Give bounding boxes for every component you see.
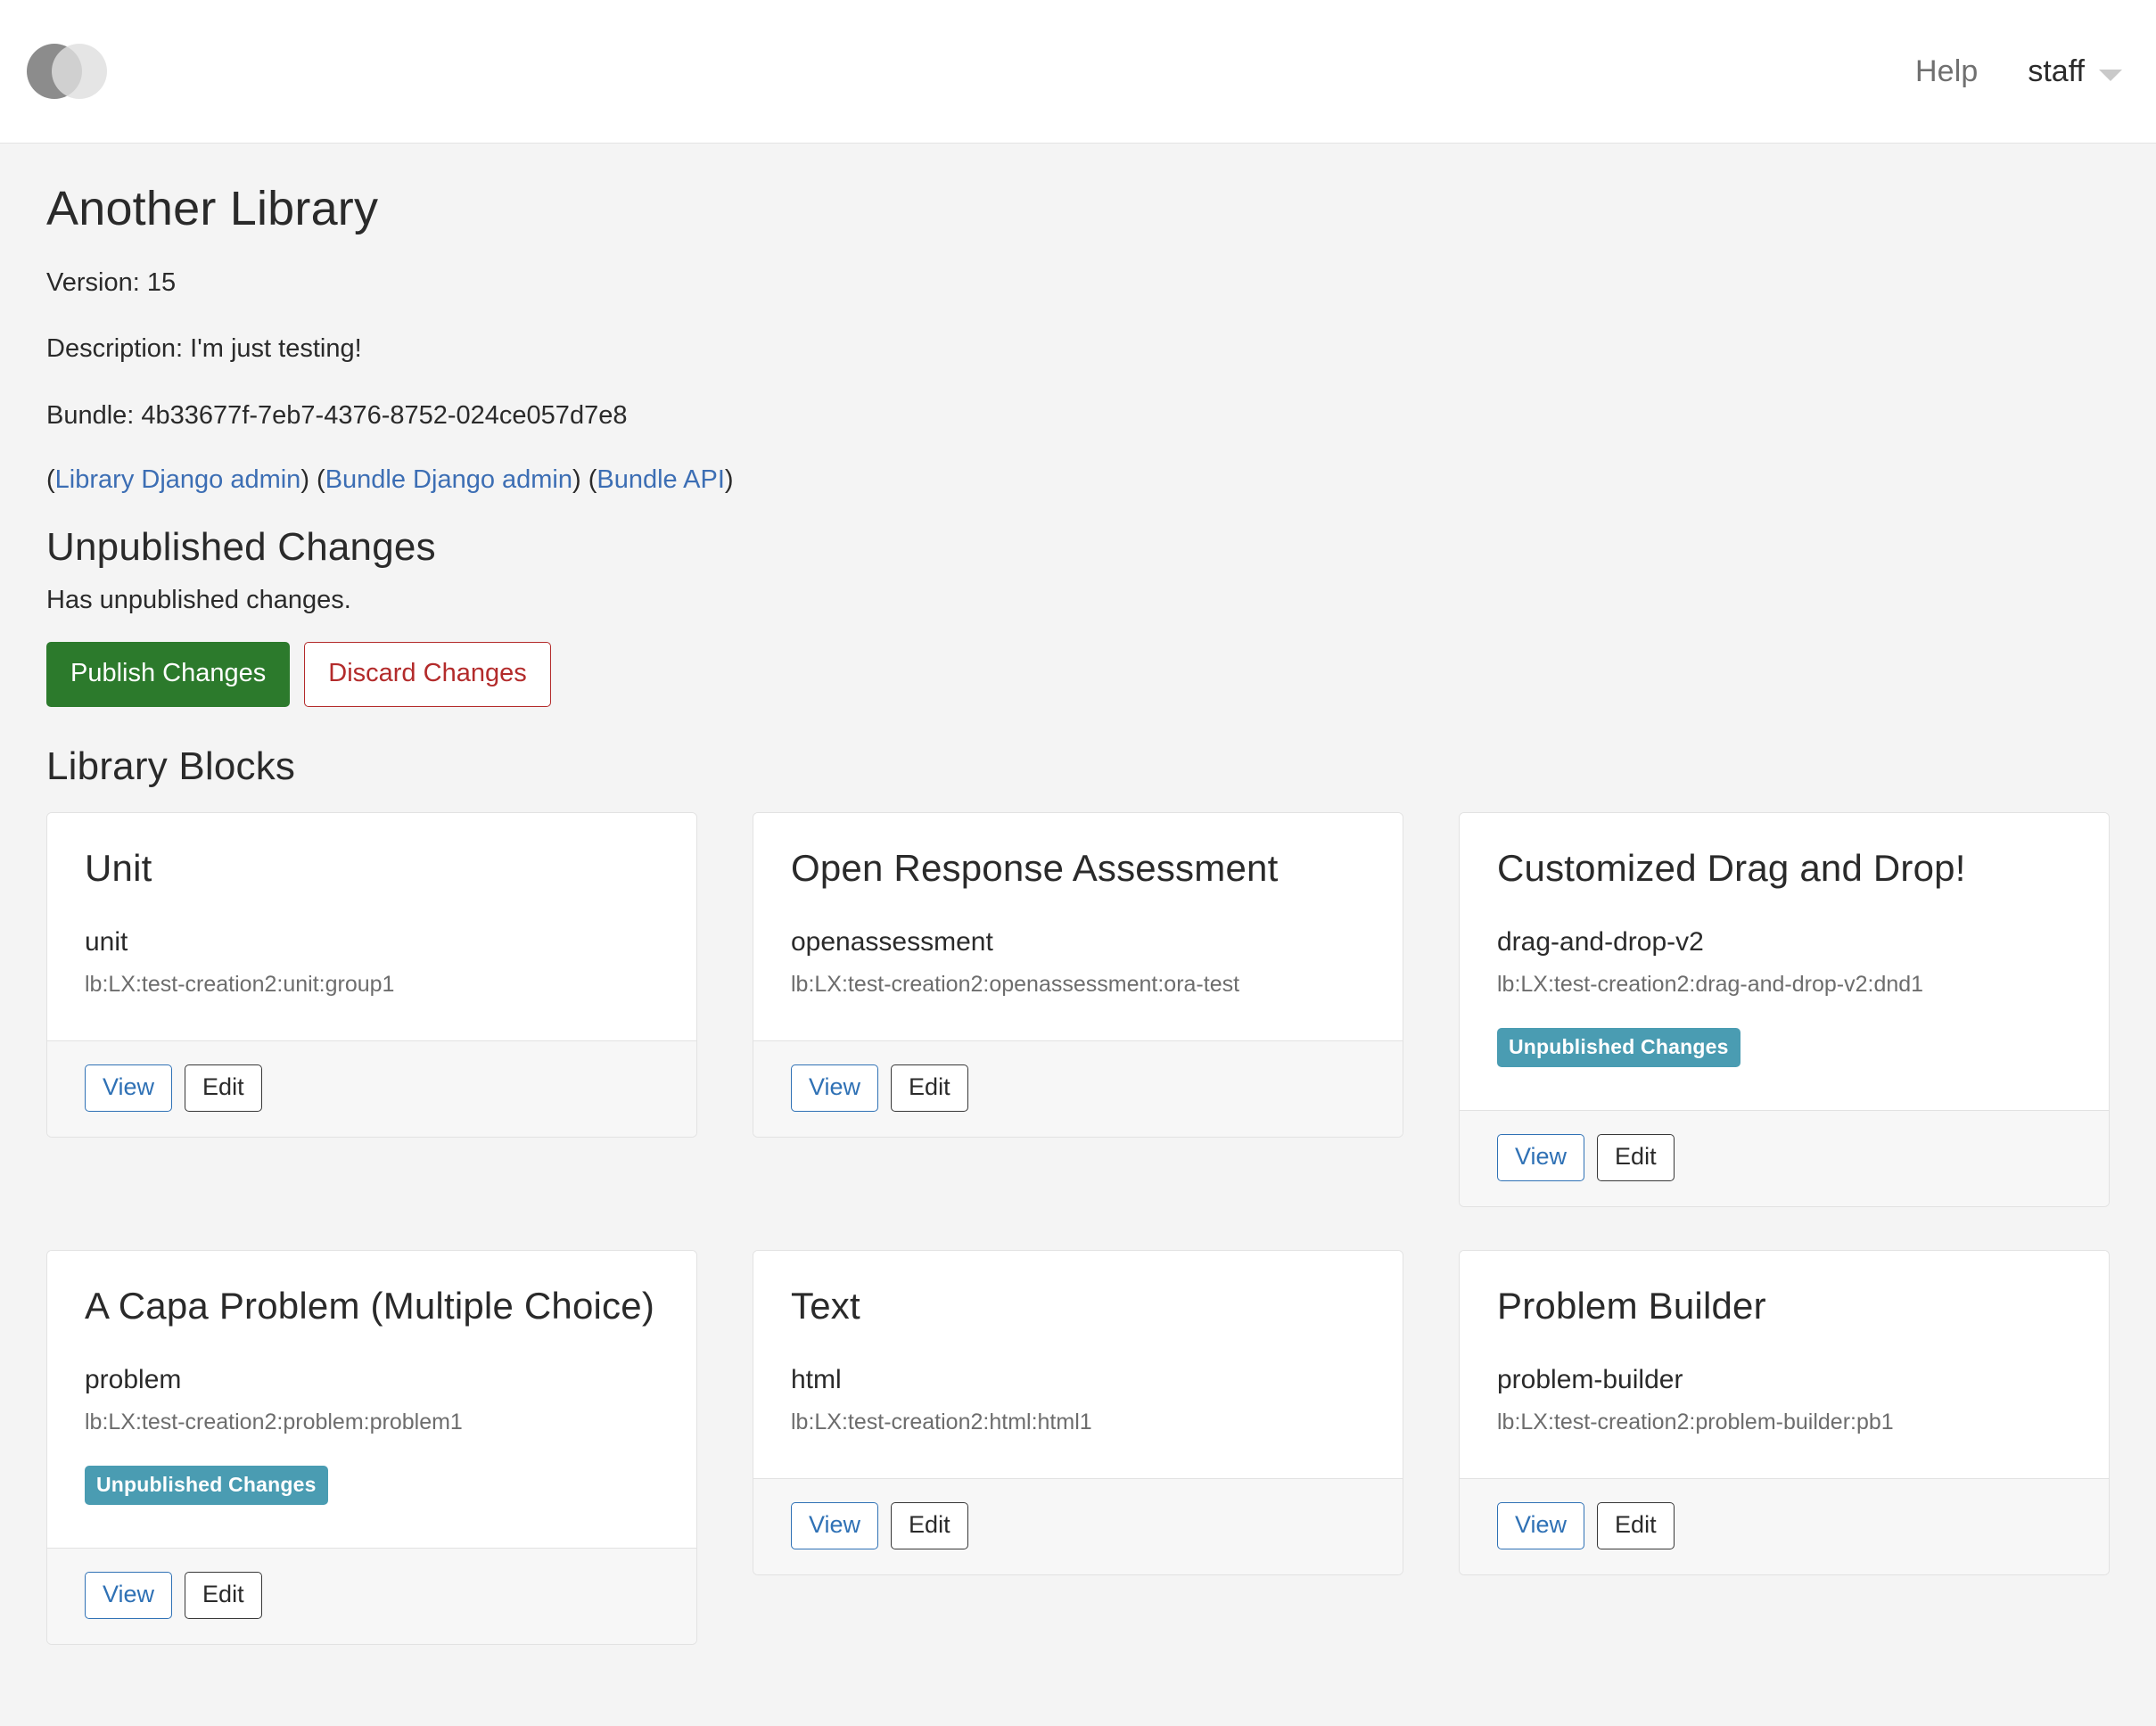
block-title: A Capa Problem (Multiple Choice) bbox=[85, 1284, 655, 1327]
block-usage-key: lb:LX:test-creation2:html:html1 bbox=[791, 1409, 1092, 1434]
logo-circle-right bbox=[52, 44, 107, 99]
view-button[interactable]: View bbox=[791, 1064, 879, 1112]
status-badge: Unpublished Changes bbox=[1497, 1027, 1740, 1067]
edit-button[interactable]: Edit bbox=[891, 1501, 968, 1549]
block-title: Unit bbox=[85, 846, 152, 889]
card-body: Unit unit lb:LX:test-creation2:unit:grou… bbox=[47, 812, 696, 1040]
block-type: html bbox=[791, 1364, 842, 1394]
discard-changes-button[interactable]: Discard Changes bbox=[304, 641, 551, 707]
card-body: Problem Builder problem-builder lb:LX:te… bbox=[1460, 1250, 2109, 1478]
admin-links: (Library Django admin) (Bundle Django ad… bbox=[46, 464, 734, 494]
block-type: drag-and-drop-v2 bbox=[1497, 926, 1704, 957]
block-type: problem bbox=[85, 1364, 182, 1394]
view-button[interactable]: View bbox=[1497, 1133, 1585, 1181]
card-body: Customized Drag and Drop! drag-and-drop-… bbox=[1460, 812, 2109, 1110]
publish-changes-button[interactable]: Publish Changes bbox=[46, 641, 291, 707]
user-menu-label: staff bbox=[2028, 53, 2085, 88]
library-block-card[interactable]: Customized Drag and Drop! drag-and-drop-… bbox=[1459, 811, 2110, 1207]
edit-button[interactable]: Edit bbox=[1597, 1501, 1675, 1549]
edit-button[interactable]: Edit bbox=[185, 1064, 262, 1112]
chevron-down-icon bbox=[2099, 69, 2122, 81]
edit-button[interactable]: Edit bbox=[891, 1064, 968, 1112]
block-title: Customized Drag and Drop! bbox=[1497, 846, 1966, 889]
help-link[interactable]: Help bbox=[1915, 54, 1978, 89]
edit-button[interactable]: Edit bbox=[185, 1571, 262, 1619]
block-type: openassessment bbox=[791, 926, 993, 957]
unpublished-status-text: Has unpublished changes. bbox=[46, 585, 351, 614]
block-usage-key: lb:LX:test-creation2:openassessment:ora-… bbox=[791, 971, 1240, 997]
block-usage-key: lb:LX:test-creation2:unit:group1 bbox=[85, 971, 395, 997]
card-footer: View Edit bbox=[1460, 1477, 2109, 1574]
library-blocks-heading: Library Blocks bbox=[46, 744, 296, 788]
block-title: Text bbox=[791, 1284, 860, 1327]
block-title: Problem Builder bbox=[1497, 1284, 1766, 1327]
view-button[interactable]: View bbox=[85, 1064, 173, 1112]
block-type: unit bbox=[85, 926, 128, 957]
block-usage-key: lb:LX:test-creation2:problem-builder:pb1 bbox=[1497, 1409, 1894, 1434]
navbar-actions: Help staff bbox=[1915, 54, 2122, 89]
block-title: Open Response Assessment bbox=[791, 846, 1279, 889]
view-button[interactable]: View bbox=[791, 1501, 879, 1549]
card-footer: View Edit bbox=[753, 1477, 1403, 1574]
card-footer: View Edit bbox=[753, 1040, 1403, 1137]
bundle-django-admin-link[interactable]: Bundle Django admin bbox=[325, 465, 572, 494]
library-detail-page: Another Library Version: 15 Description:… bbox=[0, 144, 2156, 1645]
card-footer: View Edit bbox=[47, 1547, 696, 1644]
card-body: Open Response Assessment openassessment … bbox=[753, 812, 1403, 1040]
library-description: Description: I'm just testing! bbox=[46, 334, 362, 364]
library-block-card[interactable]: Problem Builder problem-builder lb:LX:te… bbox=[1459, 1249, 2110, 1575]
card-footer: View Edit bbox=[1460, 1109, 2109, 1206]
unpublished-actions: Publish Changes Discard Changes bbox=[46, 641, 2110, 707]
card-body: A Capa Problem (Multiple Choice) problem… bbox=[47, 1250, 696, 1548]
library-block-card[interactable]: A Capa Problem (Multiple Choice) problem… bbox=[46, 1249, 697, 1645]
bundle-api-link[interactable]: Bundle API bbox=[597, 465, 725, 494]
user-menu-button[interactable]: staff bbox=[2028, 54, 2122, 89]
card-body: Text html lb:LX:test-creation2:html:html… bbox=[753, 1250, 1403, 1478]
card-footer: View Edit bbox=[47, 1040, 696, 1137]
library-block-card[interactable]: Unit unit lb:LX:test-creation2:unit:grou… bbox=[46, 811, 697, 1138]
edit-button[interactable]: Edit bbox=[1597, 1133, 1675, 1181]
library-bundle-uuid: Bundle: 4b33677f-7eb7-4376-8752-024ce057… bbox=[46, 400, 628, 430]
block-usage-key: lb:LX:test-creation2:problem:problem1 bbox=[85, 1409, 463, 1434]
openedx-logo-icon[interactable] bbox=[27, 36, 109, 107]
library-blocks-grid: Unit unit lb:LX:test-creation2:unit:grou… bbox=[46, 811, 2110, 1645]
block-usage-key: lb:LX:test-creation2:drag-and-drop-v2:dn… bbox=[1497, 971, 1924, 997]
status-badge: Unpublished Changes bbox=[85, 1465, 328, 1505]
view-button[interactable]: View bbox=[1497, 1501, 1585, 1549]
library-version: Version: 15 bbox=[46, 268, 177, 297]
library-block-card[interactable]: Open Response Assessment openassessment … bbox=[753, 811, 1403, 1138]
page-title: Another Library bbox=[46, 182, 379, 235]
library-block-card[interactable]: Text html lb:LX:test-creation2:html:html… bbox=[753, 1249, 1403, 1575]
view-button[interactable]: View bbox=[85, 1571, 173, 1619]
library-django-admin-link[interactable]: Library Django admin bbox=[55, 465, 301, 494]
block-type: problem-builder bbox=[1497, 1364, 1683, 1394]
unpublished-changes-heading: Unpublished Changes bbox=[46, 524, 436, 569]
top-navbar: Help staff bbox=[0, 0, 2156, 144]
